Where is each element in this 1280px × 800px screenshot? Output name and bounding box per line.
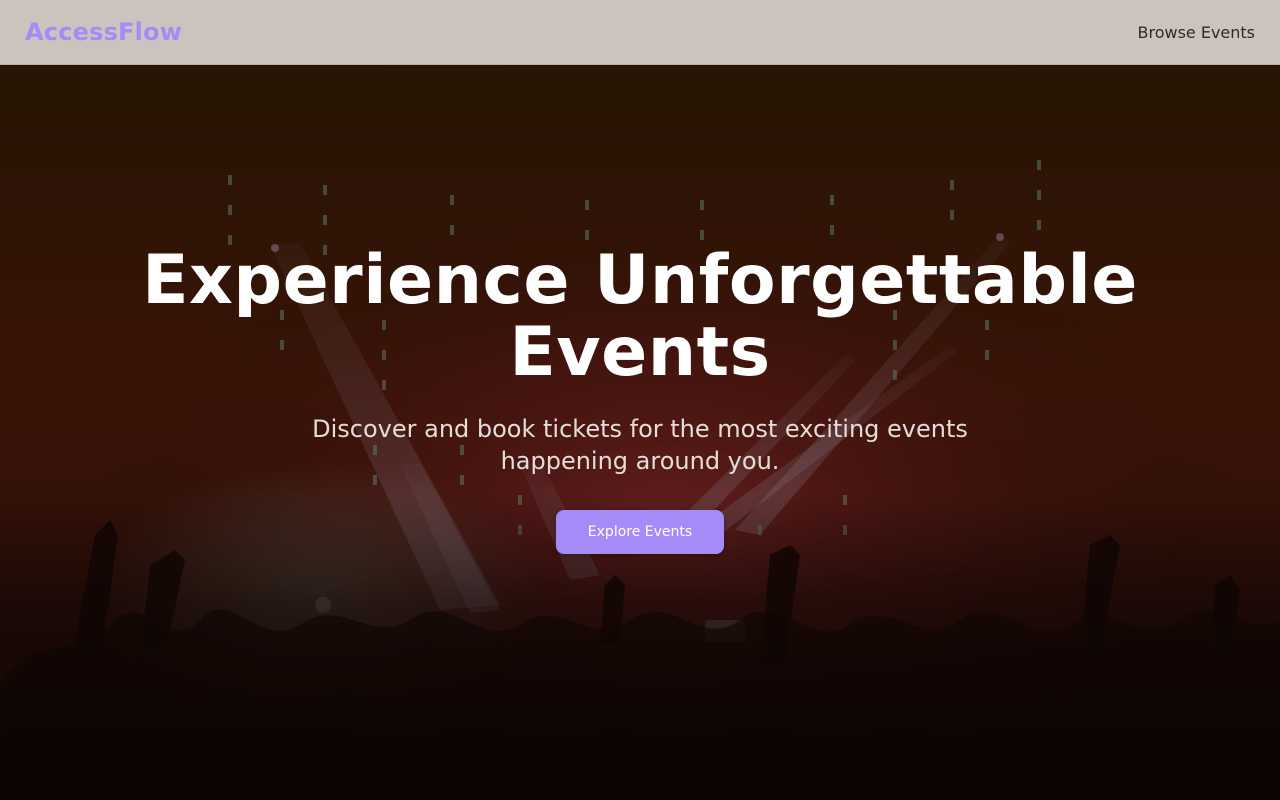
- landing-page: AccessFlow Browse Events Experience Unfo…: [0, 0, 1280, 800]
- hero-content: Experience Unforgettable Events Discover…: [0, 65, 1280, 800]
- explore-events-button[interactable]: Explore Events: [556, 510, 724, 554]
- hero-title: Experience Unforgettable Events: [142, 241, 1138, 392]
- top-navigation-bar: AccessFlow Browse Events: [0, 0, 1280, 65]
- hero-subtitle: Discover and book tickets for the most e…: [312, 415, 968, 475]
- brand-logo[interactable]: AccessFlow: [25, 18, 182, 46]
- browse-events-link[interactable]: Browse Events: [1137, 23, 1255, 42]
- hero-section: Experience Unforgettable Events Discover…: [0, 65, 1280, 800]
